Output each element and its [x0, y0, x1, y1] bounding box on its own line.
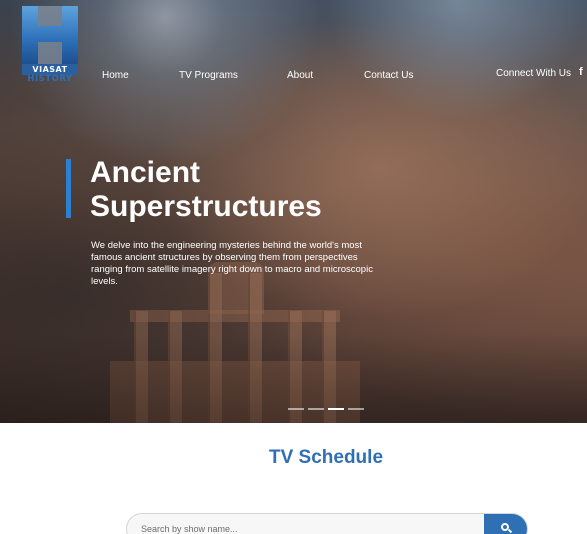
slider-indicators: [288, 408, 366, 411]
slide-indicator-4[interactable]: [348, 408, 364, 410]
slide-indicator-2[interactable]: [308, 408, 324, 410]
slide-indicator-1[interactable]: [288, 408, 304, 410]
hero-description: We delve into the engineering mysteries …: [91, 240, 373, 287]
hero-title: Ancient Superstructures: [90, 156, 322, 223]
hero-accent-bar: [66, 159, 71, 218]
slide-indicator-3[interactable]: [328, 408, 344, 410]
nav-item-home[interactable]: Home: [102, 70, 129, 81]
nav-item-contact-us[interactable]: Contact Us: [364, 70, 413, 81]
connect-with-us-label: Connect With Us: [496, 68, 572, 79]
logo-h-mark: [22, 6, 78, 64]
facebook-icon[interactable]: f: [579, 66, 583, 78]
logo-history-text: HISTORY: [27, 74, 73, 84]
tv-schedule-title: TV Schedule: [268, 447, 384, 468]
hero-banner: VIASAT HISTORY Home TV Programs About Co…: [0, 0, 587, 423]
show-search-bar: [126, 513, 528, 534]
search-icon: [500, 523, 512, 534]
viasat-history-logo[interactable]: VIASAT HISTORY: [22, 6, 78, 84]
show-search-input[interactable]: [127, 514, 486, 534]
nav-item-about[interactable]: About: [287, 70, 313, 81]
nav-item-tv-programs[interactable]: TV Programs: [179, 70, 238, 81]
search-button[interactable]: [484, 514, 527, 534]
